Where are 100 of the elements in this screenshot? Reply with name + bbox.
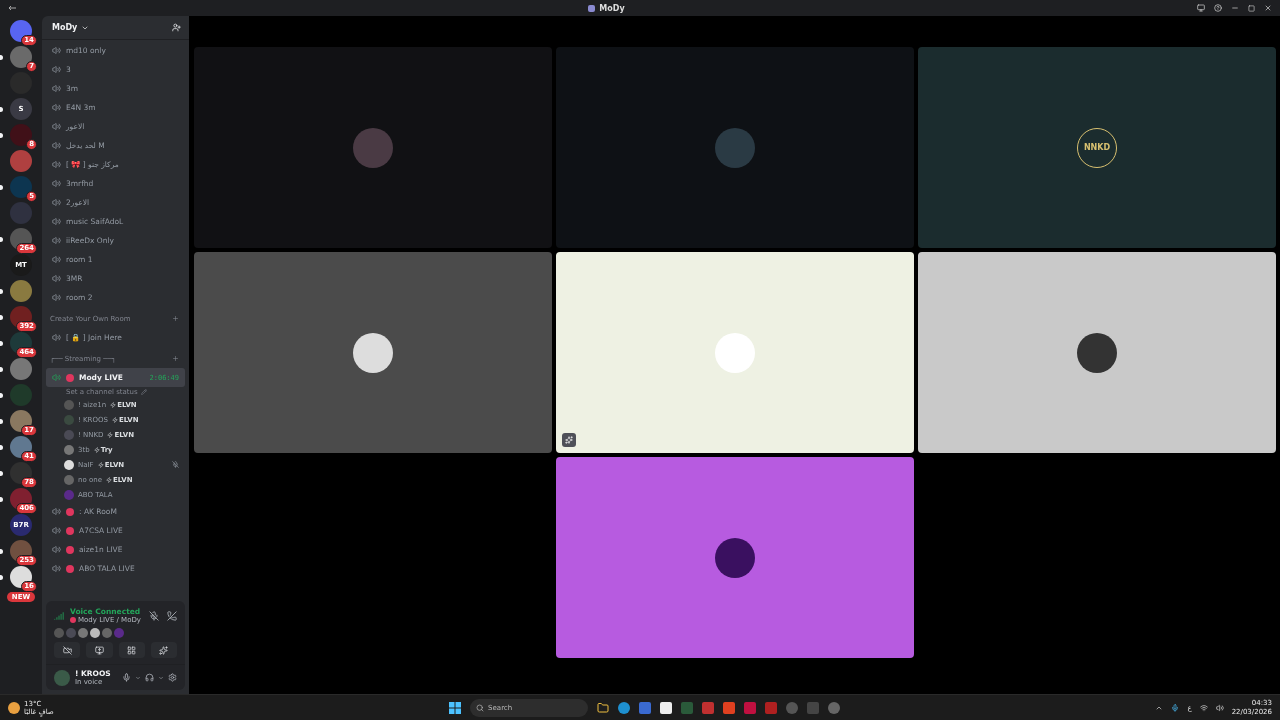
bolt-icon [110,401,117,408]
video-tile[interactable] [194,252,552,453]
speaker-icon [52,274,61,283]
avatar [715,537,755,578]
speaker-icon [52,65,61,74]
server-icon [588,4,596,12]
help-icon[interactable] [1214,4,1222,12]
mic-icon[interactable] [122,673,131,682]
unread-indicator [0,289,3,294]
bolt-icon [107,431,114,438]
video-tile[interactable]: NNKD [918,47,1276,248]
video-tile[interactable] [556,252,914,453]
video-tile[interactable] [556,47,914,248]
speaker-icon [52,293,61,302]
server-icon[interactable] [10,306,32,328]
live-dot [66,507,74,516]
start-icon[interactable] [449,701,462,714]
server-icon[interactable] [10,566,32,588]
speaker-icon [52,198,61,207]
grid-icon [127,645,137,655]
headphones-icon[interactable] [145,673,154,682]
server-icon[interactable] [10,20,32,42]
minimize-icon[interactable] [1231,4,1239,12]
volume-icon[interactable] [1215,703,1224,712]
speaker-icon [52,545,61,554]
speaker-icon [52,84,61,93]
speaker-icon [52,217,61,226]
settings-icon[interactable] [168,673,177,682]
video-tile[interactable] [918,252,1276,453]
live-dot [66,564,74,573]
disconnect-icon[interactable] [167,610,177,621]
app-icon[interactable] [765,701,778,714]
speaker-icon [52,122,61,131]
bolt-icon [93,446,100,453]
maximize-icon[interactable] [1248,4,1255,12]
speaker-icon [52,103,61,112]
bolt-icon [97,461,104,468]
unread-indicator [0,55,3,60]
speaker-icon [52,236,61,245]
server-icon[interactable] [10,228,32,250]
add-user-icon[interactable] [172,23,181,32]
activities-button[interactable] [118,642,145,658]
avatar [64,444,74,455]
unread-indicator [0,237,3,242]
sparkle-icon [565,436,573,444]
server-icon[interactable] [10,488,32,510]
unread-indicator [0,575,3,580]
network-icon[interactable] [1199,703,1208,712]
video-tile[interactable] [556,457,914,658]
avatar [64,399,74,410]
speaker-icon [52,333,61,342]
speaker-icon [52,526,61,535]
server-icon[interactable] [10,436,32,458]
avatar [64,459,74,470]
activity-button[interactable] [562,433,576,447]
signal-icon [54,610,64,621]
app-icon[interactable] [702,701,715,714]
search-icon [476,703,485,712]
speaker-icon [52,46,61,55]
app-icon[interactable] [828,701,841,714]
live-dot [70,617,76,623]
server-icon[interactable] [10,462,32,484]
window-title: MoDy [599,3,625,13]
app-icon[interactable] [744,701,757,714]
unread-indicator [0,445,3,450]
unread-indicator [0,549,3,554]
unread-indicator [0,107,3,112]
unread-indicator [0,393,3,398]
folder-icon[interactable] [597,701,610,714]
bolt-icon [106,476,112,483]
bolt-icon [111,416,118,423]
soundboard-button[interactable] [150,642,177,658]
avatar [64,489,74,500]
weather-icon[interactable] [8,701,20,714]
avatar [64,414,74,425]
unread-indicator [0,341,3,346]
video-tile[interactable] [194,47,552,248]
unread-indicator [0,133,3,138]
screen-share-icon [94,645,104,655]
live-dot [66,373,74,382]
camera-off-icon [62,645,72,655]
speaker-icon [52,255,61,264]
screen-share-button[interactable] [86,642,113,658]
unread-indicator [0,471,3,476]
server-name[interactable]: MoDy [52,23,78,32]
back-arrow-icon[interactable] [8,5,16,11]
speaker-icon [52,160,61,169]
close-icon[interactable] [1264,4,1272,12]
server-icon[interactable] [10,332,32,354]
server-icon[interactable] [10,540,32,562]
camera-button[interactable] [54,642,81,658]
speaker-icon [52,564,61,573]
unread-indicator [0,185,3,190]
avatar [715,127,755,168]
live-dot [66,545,74,554]
live-dot [66,526,74,535]
server-icon[interactable] [10,410,32,432]
mic-icon[interactable] [1171,703,1180,712]
speaker-icon [52,507,61,516]
avatar [64,474,74,485]
